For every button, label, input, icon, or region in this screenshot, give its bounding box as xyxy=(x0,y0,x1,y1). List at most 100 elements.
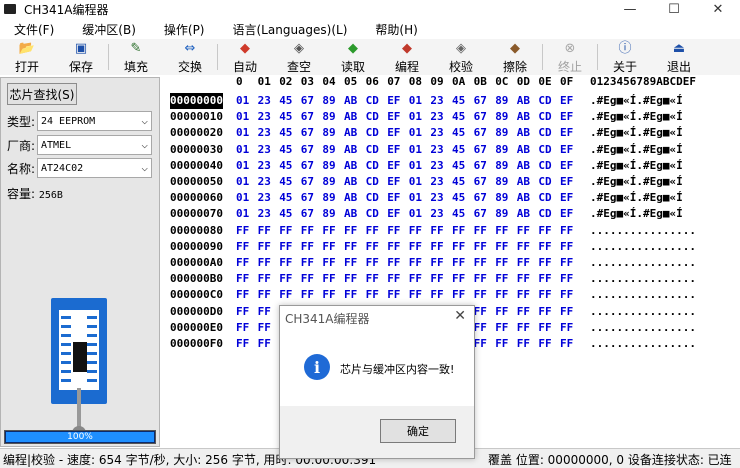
toolbar-button-fill-edit[interactable]: ✎ 填充 xyxy=(109,39,163,75)
hex-byte[interactable]: FF xyxy=(322,255,335,271)
hex-byte[interactable]: CD xyxy=(538,125,551,141)
hex-byte[interactable]: FF xyxy=(279,287,292,303)
hex-byte[interactable]: CD xyxy=(366,158,379,174)
hex-byte[interactable]: 01 xyxy=(236,125,249,141)
hex-byte[interactable]: AB xyxy=(517,142,530,158)
hex-byte[interactable]: FF xyxy=(560,223,573,239)
hex-byte[interactable]: FF xyxy=(495,320,508,336)
hex-byte[interactable]: AB xyxy=(517,174,530,190)
hex-byte[interactable]: AB xyxy=(517,158,530,174)
hex-byte[interactable]: AB xyxy=(517,109,530,125)
hex-byte[interactable]: EF xyxy=(387,125,400,141)
hex-byte[interactable]: AB xyxy=(344,174,357,190)
hex-byte[interactable]: FF xyxy=(387,239,400,255)
hex-byte[interactable]: 67 xyxy=(301,93,314,109)
hex-byte[interactable]: FF xyxy=(409,271,422,287)
hex-byte[interactable]: 23 xyxy=(258,158,271,174)
hex-byte[interactable]: FF xyxy=(409,255,422,271)
hex-byte[interactable]: CD xyxy=(366,142,379,158)
menu-help[interactable]: 帮助(H) xyxy=(361,21,431,38)
hex-byte[interactable]: 89 xyxy=(322,93,335,109)
hex-row[interactable]: 00000090 FF FF FF FF FF FF FF FF FF FF FF FF FF FF FF FF… xyxy=(162,239,740,255)
hex-byte[interactable]: 67 xyxy=(474,206,487,222)
hex-byte[interactable]: 67 xyxy=(301,174,314,190)
hex-byte[interactable]: 67 xyxy=(474,158,487,174)
hex-byte[interactable]: 01 xyxy=(236,109,249,125)
hex-byte[interactable]: 23 xyxy=(430,109,443,125)
hex-byte[interactable]: FF xyxy=(560,336,573,352)
hex-byte[interactable]: FF xyxy=(236,239,249,255)
hex-byte[interactable]: AB xyxy=(517,190,530,206)
hex-byte[interactable]: EF xyxy=(560,190,573,206)
hex-byte[interactable]: FF xyxy=(517,271,530,287)
hex-byte[interactable]: FF xyxy=(452,239,465,255)
hex-row[interactable]: 00000030 01 23 45 67 89 AB CD EF 01 23 45 67 89 AB CD EF… xyxy=(162,142,740,158)
hex-byte[interactable]: 23 xyxy=(430,206,443,222)
hex-byte[interactable]: 89 xyxy=(322,125,335,141)
hex-byte[interactable]: FF xyxy=(430,223,443,239)
hex-byte[interactable]: EF xyxy=(387,206,400,222)
hex-byte[interactable]: FF xyxy=(344,287,357,303)
hex-byte[interactable]: 67 xyxy=(301,125,314,141)
hex-byte[interactable]: 01 xyxy=(236,174,249,190)
hex-byte[interactable]: 89 xyxy=(322,174,335,190)
hex-byte[interactable]: AB xyxy=(517,93,530,109)
hex-byte[interactable]: 89 xyxy=(495,174,508,190)
hex-byte[interactable]: FF xyxy=(538,336,551,352)
hex-byte[interactable]: FF xyxy=(474,239,487,255)
hex-byte[interactable]: 45 xyxy=(279,174,292,190)
toolbar-button-erase-chip[interactable]: ◆ 擦除 xyxy=(488,39,542,75)
hex-byte[interactable]: 45 xyxy=(452,142,465,158)
hex-byte[interactable]: FF xyxy=(538,255,551,271)
hex-row[interactable]: 00000040 01 23 45 67 89 AB CD EF 01 23 45 67 89 AB CD EF… xyxy=(162,158,740,174)
hex-byte[interactable]: FF xyxy=(387,255,400,271)
hex-byte[interactable]: AB xyxy=(344,125,357,141)
hex-byte[interactable]: AB xyxy=(344,109,357,125)
hex-byte[interactable]: 01 xyxy=(409,206,422,222)
hex-byte[interactable]: EF xyxy=(387,158,400,174)
hex-byte[interactable]: FF xyxy=(538,271,551,287)
hex-byte[interactable]: AB xyxy=(344,206,357,222)
hex-byte[interactable]: FF xyxy=(474,336,487,352)
hex-byte[interactable]: FF xyxy=(322,287,335,303)
hex-byte[interactable]: 89 xyxy=(322,142,335,158)
hex-byte[interactable]: FF xyxy=(322,223,335,239)
hex-row[interactable]: 00000000 01 23 45 67 89 AB CD EF 01 23 45 67 89 AB CD EF… xyxy=(162,93,740,109)
hex-byte[interactable]: FF xyxy=(258,336,271,352)
hex-byte[interactable]: 01 xyxy=(236,190,249,206)
hex-byte[interactable]: FF xyxy=(236,271,249,287)
hex-byte[interactable]: FF xyxy=(560,287,573,303)
hex-byte[interactable]: CD xyxy=(538,109,551,125)
hex-byte[interactable]: 23 xyxy=(258,190,271,206)
hex-byte[interactable]: 01 xyxy=(409,93,422,109)
hex-byte[interactable]: 67 xyxy=(301,190,314,206)
hex-byte[interactable]: FF xyxy=(452,223,465,239)
hex-row[interactable]: 000000B0 FF FF FF FF FF FF FF FF FF FF FF FF FF FF FF FF… xyxy=(162,271,740,287)
hex-byte[interactable]: 45 xyxy=(452,174,465,190)
hex-byte[interactable]: FF xyxy=(344,271,357,287)
hex-byte[interactable]: 45 xyxy=(452,206,465,222)
hex-byte[interactable]: FF xyxy=(495,223,508,239)
hex-byte[interactable]: FF xyxy=(538,223,551,239)
hex-byte[interactable]: 89 xyxy=(322,158,335,174)
hex-byte[interactable]: CD xyxy=(538,93,551,109)
hex-byte[interactable]: AB xyxy=(344,158,357,174)
hex-byte[interactable]: FF xyxy=(474,255,487,271)
hex-byte[interactable]: EF xyxy=(560,125,573,141)
type-select[interactable]: 24 EEPROM ⌵ xyxy=(37,111,152,131)
hex-byte[interactable]: FF xyxy=(474,287,487,303)
hex-byte[interactable]: 23 xyxy=(258,125,271,141)
hex-byte[interactable]: FF xyxy=(517,287,530,303)
menu-buffer[interactable]: 缓冲区(B) xyxy=(68,21,150,38)
hex-byte[interactable]: 89 xyxy=(495,125,508,141)
hex-byte[interactable]: FF xyxy=(344,255,357,271)
hex-byte[interactable]: 01 xyxy=(236,206,249,222)
hex-byte[interactable]: FF xyxy=(322,271,335,287)
hex-byte[interactable]: 67 xyxy=(474,142,487,158)
toolbar-button-stop[interactable]: ⊗ 终止 xyxy=(543,39,597,75)
hex-byte[interactable]: CD xyxy=(366,174,379,190)
hex-byte[interactable]: FF xyxy=(258,320,271,336)
hex-byte[interactable]: 45 xyxy=(279,93,292,109)
hex-byte[interactable]: FF xyxy=(560,255,573,271)
hex-byte[interactable]: 67 xyxy=(301,158,314,174)
